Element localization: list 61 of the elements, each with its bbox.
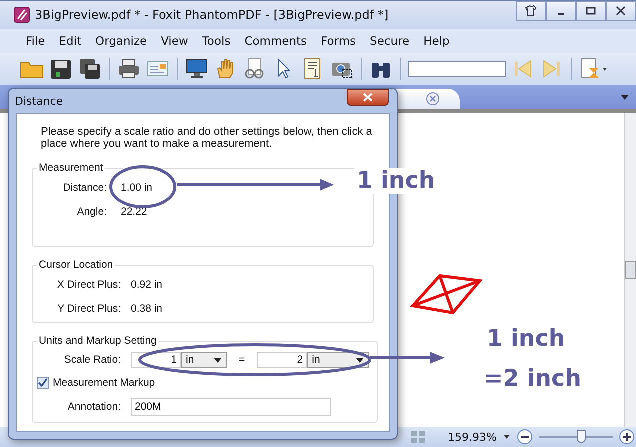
field-label: Angle: xyxy=(76,206,107,218)
field-label: Y Direct Plus: xyxy=(56,303,121,315)
field-label: Scale Ratio: xyxy=(63,354,121,366)
close-icon xyxy=(616,6,626,16)
field-label: X Direct Plus: xyxy=(56,279,121,291)
printer-icon[interactable] xyxy=(117,58,141,80)
minimize-icon xyxy=(558,13,564,15)
group-title: Measurement xyxy=(38,162,104,174)
caret-icon xyxy=(356,358,364,362)
slider-thumb[interactable] xyxy=(576,430,586,443)
callout-text: =2 inch xyxy=(484,366,582,392)
instructions-text: Please specify a scale ratio and do other settings below, then click a place where you want to make a measurement. xyxy=(41,126,374,150)
dropdown-caret-icon[interactable] xyxy=(502,434,511,440)
menu-item[interactable]: Organize xyxy=(88,34,154,48)
menu-item[interactable]: Edit xyxy=(52,34,89,48)
scale-input[interactable]: 2 xyxy=(257,352,308,368)
maximize-icon xyxy=(586,6,596,16)
checkbox[interactable] xyxy=(37,377,49,389)
menu-item[interactable]: Comments xyxy=(238,34,314,48)
checkbox-label: Measurement Markup xyxy=(53,377,156,389)
dialog-title: Distance xyxy=(15,94,64,108)
floppy-disks-icon[interactable] xyxy=(78,58,102,80)
menu-item[interactable]: Forms xyxy=(314,34,364,48)
skin-button[interactable] xyxy=(516,1,546,21)
close-icon[interactable] xyxy=(426,92,440,106)
maximize-button[interactable] xyxy=(576,1,606,21)
equals-sign: = xyxy=(238,354,246,366)
field-value: 1.00 in xyxy=(121,182,153,194)
group-title: Cursor Location xyxy=(38,259,114,271)
menu-item[interactable]: Help xyxy=(416,34,457,48)
menu-item[interactable]: Secure xyxy=(363,34,417,48)
zoom-in-icon[interactable] xyxy=(618,429,635,445)
zoom-out-icon[interactable] xyxy=(516,429,533,445)
annotation-field[interactable]: 200M xyxy=(131,398,331,416)
document-hourglass-icon[interactable] xyxy=(579,58,609,80)
field-value: 22.22 xyxy=(121,206,148,218)
menu-item[interactable]: View xyxy=(154,34,196,48)
dropdown-caret-icon[interactable] xyxy=(620,93,630,101)
scrollbar-thumb[interactable] xyxy=(625,261,636,279)
menu-item[interactable]: File xyxy=(22,34,52,48)
zoom-value[interactable]: 159.93% xyxy=(448,430,497,444)
field-value: 0.92 in xyxy=(131,279,163,291)
field-label: Distance: xyxy=(62,182,107,194)
monitor-icon[interactable] xyxy=(185,58,209,80)
checkmark-icon xyxy=(38,378,48,388)
app-logo-icon xyxy=(14,7,30,23)
highlight-ellipse xyxy=(110,166,176,208)
close-button[interactable] xyxy=(606,1,636,21)
window-title: 3BigPreview.pdf * - Foxit PhantomPDF - [3BigPreview.pdf *] xyxy=(35,8,390,22)
vertical-scrollbar[interactable] xyxy=(624,113,636,427)
close-icon xyxy=(363,93,373,102)
close-button[interactable] xyxy=(347,89,389,106)
field-value: 0.38 in xyxy=(131,303,163,315)
callout-text: 1 inch xyxy=(487,326,566,352)
field-label: Annotation: xyxy=(66,401,121,413)
search-field[interactable] xyxy=(408,61,506,77)
shirt-icon xyxy=(525,5,537,17)
caret-icon xyxy=(214,358,222,362)
group-title: Units and Markup Setting xyxy=(38,335,158,347)
menu-item[interactable]: Tools xyxy=(195,34,238,48)
unit-dropdown[interactable]: in xyxy=(181,352,227,368)
